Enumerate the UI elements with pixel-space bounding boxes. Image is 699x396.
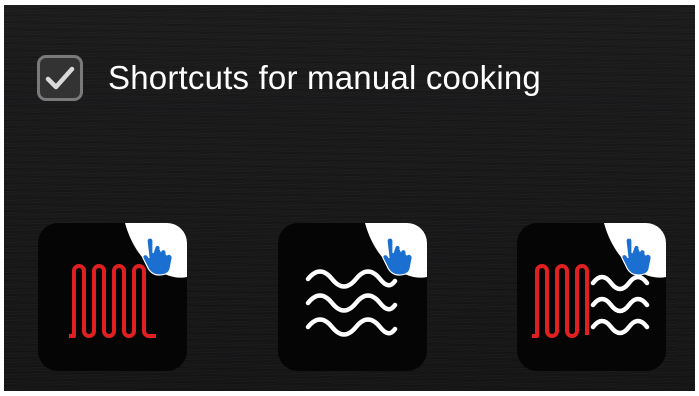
manual-cooking-settings-panel: Shortcuts for manual cooking — [4, 5, 695, 391]
touch-hand-icon — [125, 223, 187, 278]
shortcut-heating-button[interactable] — [38, 223, 187, 371]
shortcuts-checkbox[interactable] — [37, 55, 83, 101]
shortcut-combi-button[interactable] — [517, 223, 666, 371]
shortcuts-option-label: Shortcuts for manual cooking — [108, 59, 541, 96]
touch-hand-icon — [604, 223, 666, 278]
checkmark-icon — [45, 66, 75, 90]
shortcut-steam-button[interactable] — [278, 223, 427, 371]
shortcuts-option-row[interactable]: Shortcuts for manual cooking — [37, 54, 541, 102]
touch-hand-icon — [365, 223, 427, 278]
